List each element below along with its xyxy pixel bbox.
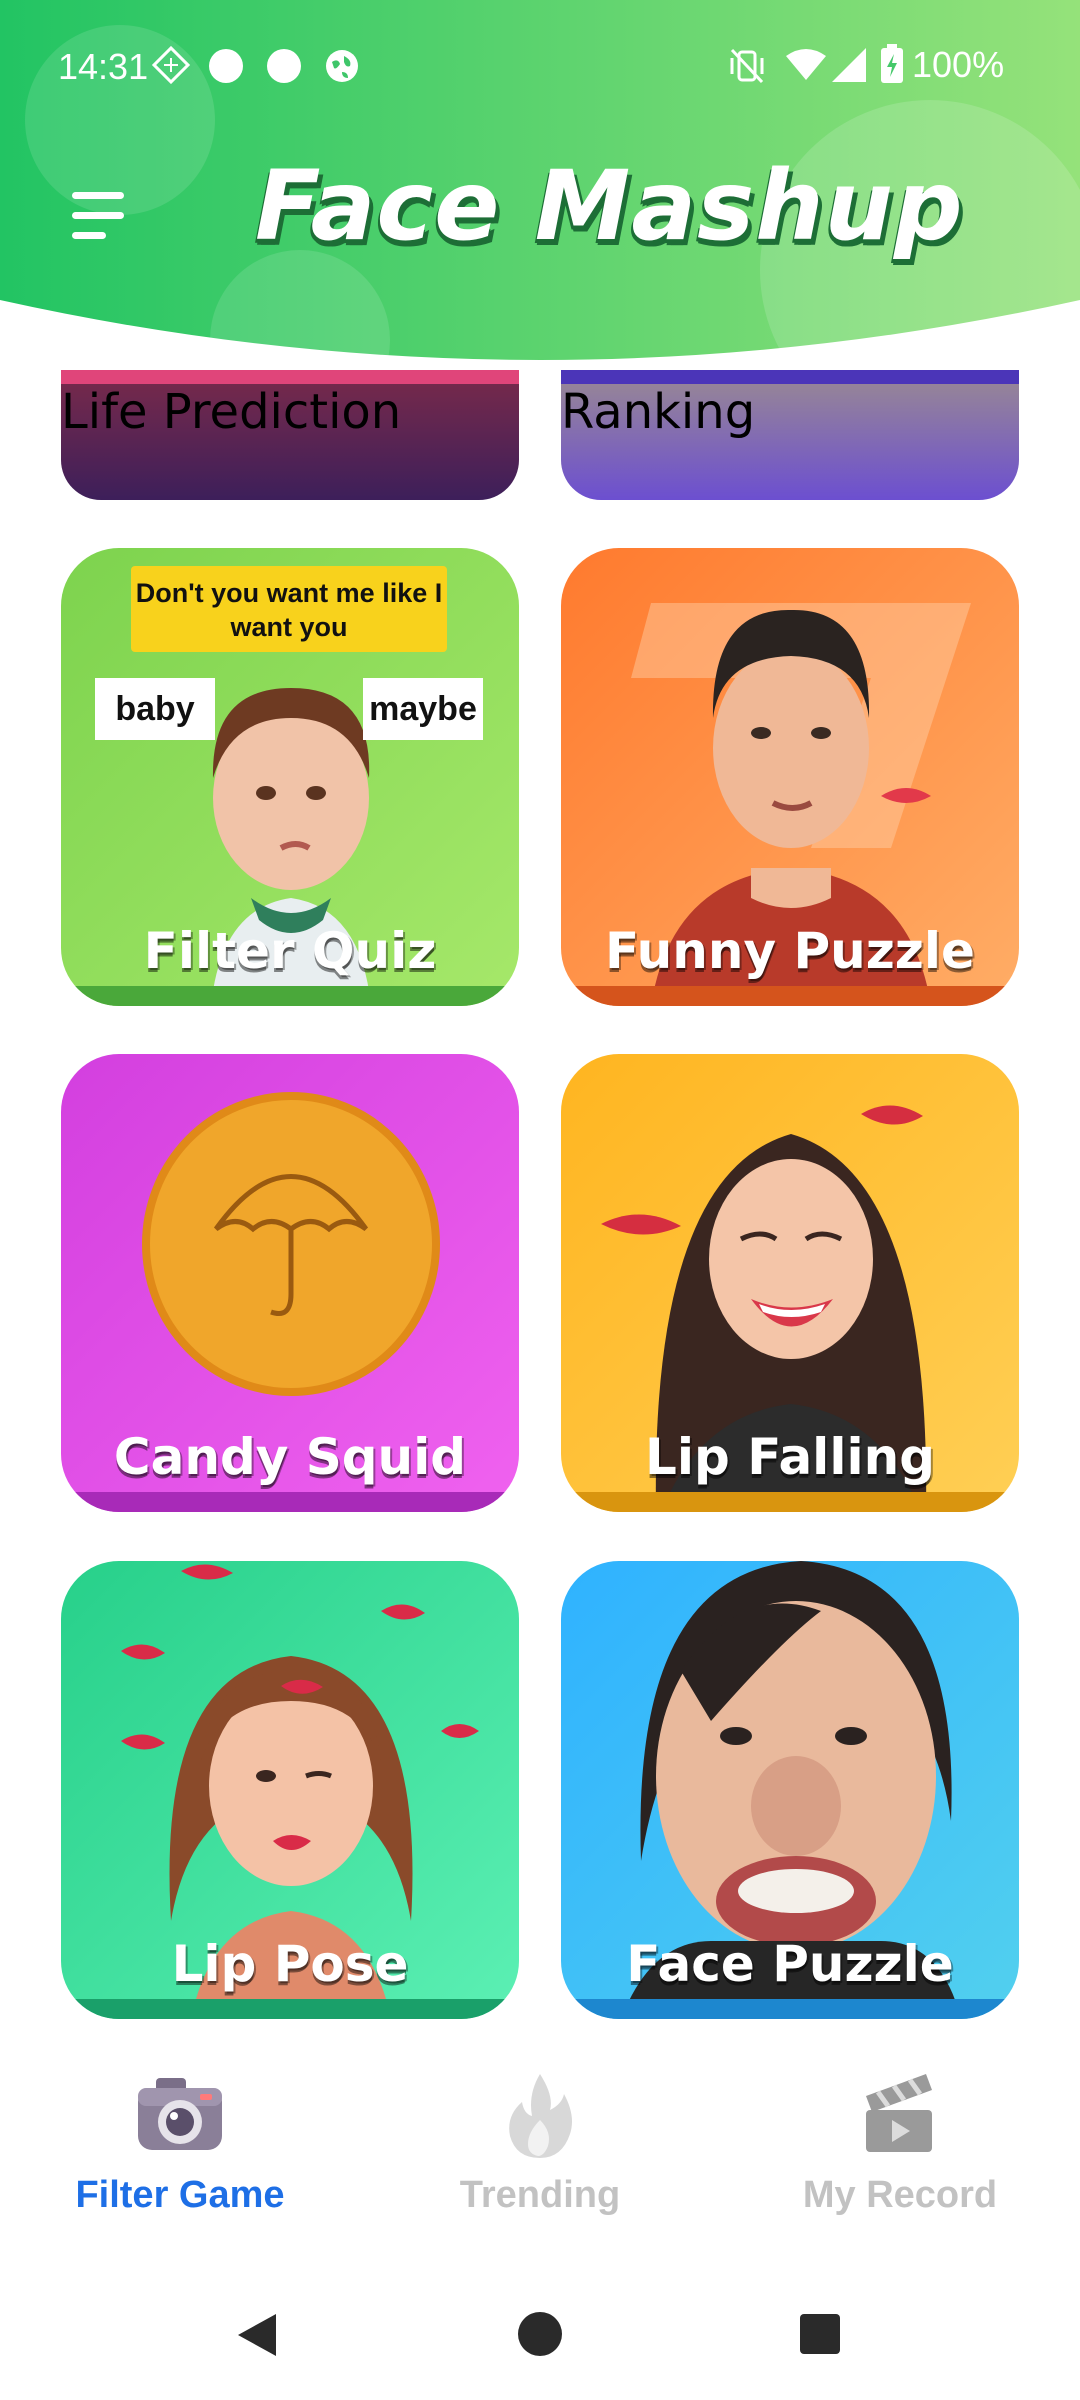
nav-my-record[interactable]: My Record bbox=[720, 2040, 1080, 2240]
home-icon[interactable] bbox=[518, 2312, 562, 2356]
quiz-option-right: maybe bbox=[363, 678, 483, 740]
card-filter-quiz[interactable]: Don't you want me like I want you baby m… bbox=[61, 548, 519, 1006]
nav-label: Trending bbox=[459, 2174, 621, 2216]
nav-label: My Record bbox=[802, 2174, 998, 2216]
card-lip-falling[interactable]: Lip Falling bbox=[561, 1054, 1019, 1512]
card-label: Candy Squid bbox=[113, 1428, 467, 1486]
nav-label: Filter Game bbox=[75, 2174, 285, 2216]
card-life-prediction[interactable]: Life Prediction bbox=[61, 370, 519, 500]
game-grid: Life Prediction Ranking Don't you want m… bbox=[0, 0, 1080, 2060]
camera-icon bbox=[138, 2078, 222, 2150]
back-icon[interactable] bbox=[236, 2312, 278, 2358]
card-ranking[interactable]: Ranking bbox=[561, 370, 1019, 500]
card-label: Lip Falling bbox=[645, 1428, 935, 1486]
nav-filter-game[interactable]: Filter Game bbox=[0, 2040, 360, 2240]
flame-icon bbox=[509, 2074, 572, 2158]
recents-icon[interactable] bbox=[800, 2314, 840, 2354]
clapperboard-icon bbox=[866, 2074, 932, 2152]
system-navigation-bar bbox=[0, 2250, 1080, 2400]
card-lip-pose[interactable]: Lip Pose bbox=[61, 1561, 519, 2019]
card-label: Funny Puzzle bbox=[605, 922, 975, 980]
bottom-navigation: Filter Game Trending My Record bbox=[0, 2040, 1080, 2240]
card-label: Filter Quiz bbox=[143, 922, 437, 980]
card-label: Life Prediction bbox=[61, 384, 402, 440]
card-funny-puzzle[interactable]: Funny Puzzle bbox=[561, 548, 1019, 1006]
card-face-puzzle[interactable]: Face Puzzle bbox=[561, 1561, 1019, 2019]
quiz-question: Don't you want me like I want you bbox=[131, 566, 447, 652]
card-label: Face Puzzle bbox=[626, 1935, 954, 1993]
card-label: Lip Pose bbox=[171, 1935, 409, 1993]
nav-trending[interactable]: Trending bbox=[360, 2040, 720, 2240]
card-candy-squid[interactable]: Candy Squid bbox=[61, 1054, 519, 1512]
card-label: Ranking bbox=[561, 384, 756, 440]
quiz-option-left: baby bbox=[95, 678, 215, 740]
